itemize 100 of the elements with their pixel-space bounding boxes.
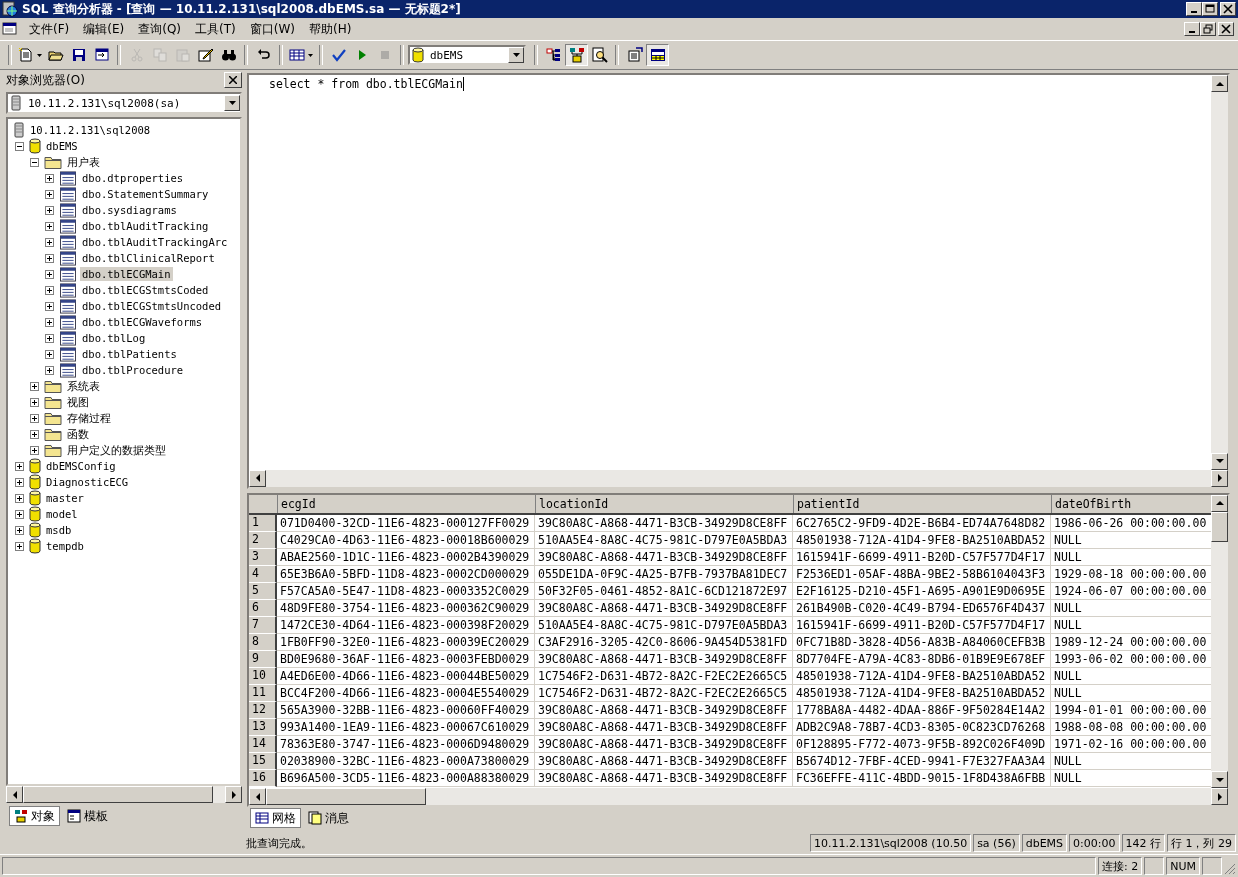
vertical-scrollbar[interactable] [1211,494,1228,789]
diagram-icon [568,47,585,63]
results-pane-button[interactable] [646,44,669,66]
results-tab[interactable]: 消息 [303,808,354,829]
menu-item[interactable]: 窗口(W) [242,18,302,40]
tree-item[interactable]: dbo.tblECGMain [80,267,173,281]
scrollbar-thumb[interactable] [266,788,426,806]
maximize-button[interactable] [1202,2,1218,16]
tree-item[interactable]: dbo.tblProcedure [80,363,186,377]
tree-toggle[interactable] [15,509,24,519]
tree-toggle[interactable] [45,269,54,279]
tree-item[interactable]: dbo.StatementSummary [80,187,211,201]
tree-item[interactable]: dbo.sysdiagrams [80,203,179,217]
tree-item[interactable]: model [44,507,80,521]
scroll-up-button[interactable] [1211,494,1228,512]
tree-toggle[interactable] [45,285,54,295]
tree-toggle[interactable] [45,237,54,247]
tree-item[interactable]: 用户表 [65,155,102,169]
scroll-right-button[interactable] [225,786,242,803]
tree-item[interactable]: dbo.dtproperties [80,171,186,185]
vertical-scrollbar[interactable] [1211,75,1228,470]
scroll-left-button[interactable] [249,788,266,806]
tree-item[interactable]: 存储过程 [65,411,113,425]
tree-toggle[interactable] [15,493,24,503]
server-dropdown[interactable]: 10.11.2.131\sql2008(sa) [6,92,242,114]
tree-toggle[interactable] [15,525,24,535]
menu-item[interactable]: 查询(Q) [131,18,189,40]
tree-item[interactable]: dbo.tblAuditTracking [80,219,211,233]
tree-toggle[interactable] [45,221,54,231]
tree-toggle[interactable] [30,445,39,455]
tree-toggle[interactable] [30,397,39,407]
tree-item[interactable]: dbo.tblPatients [80,347,179,361]
tree-toggle[interactable] [45,333,54,343]
tree-toggle[interactable] [30,157,39,167]
tree-item[interactable]: 视图 [65,395,91,409]
results-tab[interactable]: 网格 [250,808,301,829]
tree-item[interactable]: dbo.tblECGWaveforms [80,315,205,329]
horizontal-scrollbar[interactable] [249,469,1228,487]
tree-toggle[interactable] [15,461,24,471]
query-window-icon[interactable] [2,21,18,37]
menu-item[interactable]: 工具(T) [188,18,243,40]
horizontal-scrollbar[interactable] [6,786,242,803]
restore-button[interactable] [1200,22,1216,36]
tree-item[interactable]: master [44,491,86,505]
tree-toggle[interactable] [45,301,54,311]
database-dropdown[interactable]: dbEMS [408,45,526,65]
table-cell: 1FB0FF90-32E0-11E6-4823-00039EC20029 [277,633,535,651]
column-header[interactable]: patientId [794,494,1052,513]
tree-item[interactable]: 函数 [65,427,91,441]
tree-toggle[interactable] [45,205,54,215]
column-header[interactable]: dateOfBirth [1052,494,1211,513]
tree-item[interactable]: msdb [44,523,74,537]
tree-toggle[interactable] [30,381,39,391]
execution-plan-button[interactable] [565,44,588,66]
tree-toggle[interactable] [15,141,24,151]
tree-toggle[interactable] [45,317,54,327]
tree-toggle[interactable] [45,253,54,263]
tree-toggle[interactable] [45,189,54,199]
scrollbar-thumb[interactable] [23,786,213,803]
tree-item[interactable]: 10.11.2.131\sql2008 [28,123,153,137]
tree-item[interactable]: dbo.tblAuditTrackingArc [80,235,230,249]
tree-toggle[interactable] [30,429,39,439]
column-header[interactable]: locationId [536,494,794,513]
scroll-down-button[interactable] [1211,771,1228,789]
menu-item[interactable]: 编辑(E) [76,18,132,40]
tree-item[interactable]: 系统表 [65,379,102,393]
scroll-right-button[interactable] [1211,788,1228,806]
tree-item[interactable]: 用户定义的数据类型 [65,443,168,457]
tree-toggle[interactable] [15,477,24,487]
tree-item[interactable]: dbo.tblECGStmtsUncoded [80,299,224,313]
table-cell: 1615941F-6699-4911-B20D-C57F577D4F17 [793,548,1051,566]
tree-item[interactable]: dbo.tblLog [80,331,148,345]
panel-tab[interactable]: 模板 [62,806,113,826]
grid-corner[interactable] [249,494,278,513]
tree-item[interactable]: dbEMS [44,139,80,153]
close-button[interactable] [1220,2,1236,16]
panel-tab[interactable]: 对象 [9,806,60,826]
minimize-button[interactable] [1184,22,1200,36]
close-button[interactable] [1218,22,1234,36]
tree-item[interactable]: dbEMSConfig [44,459,118,473]
tree-item[interactable]: tempdb [44,539,86,553]
scroll-left-button[interactable] [6,786,23,803]
tree-toggle[interactable] [45,173,54,183]
tree-item[interactable]: dbo.tblClinicalReport [80,251,217,265]
scroll-left-button[interactable] [249,469,266,487]
query-editor[interactable]: select * from dbo.tblECGMain [247,73,1230,489]
tree-toggle[interactable] [45,349,54,359]
close-button[interactable] [224,72,242,88]
minimize-button[interactable] [1186,2,1202,16]
tree-item[interactable]: DiagnosticECG [44,475,131,489]
scrollbar-thumb[interactable] [1211,511,1228,542]
menu-item[interactable]: 帮助(H) [301,18,359,40]
tree-toggle[interactable] [15,541,24,551]
menu-item[interactable]: 文件(F) [22,18,77,40]
tree-toggle[interactable] [30,413,39,423]
tree-toggle[interactable] [45,365,54,375]
horizontal-scrollbar[interactable] [249,788,1228,806]
column-header[interactable]: ecgId [278,494,536,513]
tree-item[interactable]: dbo.tblECGStmtsCoded [80,283,211,297]
scroll-up-button[interactable] [1211,75,1228,92]
